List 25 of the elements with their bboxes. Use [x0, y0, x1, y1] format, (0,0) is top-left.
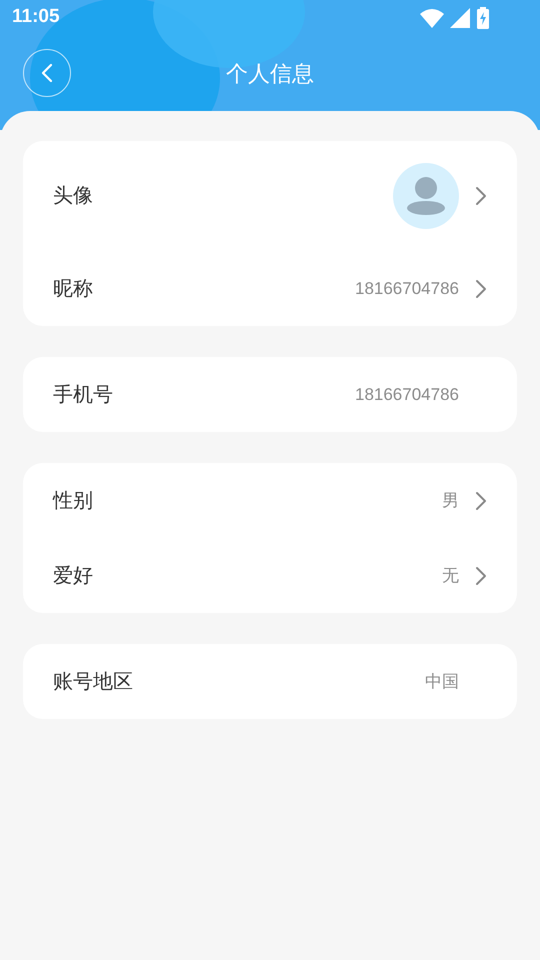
back-icon: [41, 63, 53, 83]
settings-row[interactable]: 手机号 18166704786: [23, 357, 517, 432]
avatar-icon: [393, 163, 459, 229]
page-title: 个人信息: [226, 60, 314, 88]
row-value: 无: [442, 564, 459, 587]
row-value: 中国: [425, 670, 459, 693]
signal-icon: [450, 8, 470, 28]
row-value: 18166704786: [354, 384, 459, 406]
row-value: 男: [442, 490, 459, 512]
row-label: 账号地区: [53, 670, 133, 694]
settings-row[interactable]: 昵称 18166704786: [23, 251, 517, 326]
settings-row[interactable]: 性别 男: [23, 463, 517, 538]
back-button[interactable]: [23, 49, 71, 97]
row-label: 昵称: [53, 276, 93, 302]
status-time: 11:05: [12, 5, 60, 30]
battery-icon: [476, 6, 490, 28]
settings-row[interactable]: 爱好 无: [23, 538, 517, 613]
wifi-icon: [420, 8, 444, 28]
settings-row[interactable]: 头像: [23, 141, 517, 251]
settings-row[interactable]: 账号地区 中国: [23, 644, 517, 719]
row-label: 性别: [53, 488, 93, 514]
row-label: 爱好: [53, 564, 93, 588]
row-label: 头像: [53, 184, 93, 209]
row-label: 手机号: [53, 382, 113, 408]
row-value: 18166704786: [354, 278, 459, 300]
